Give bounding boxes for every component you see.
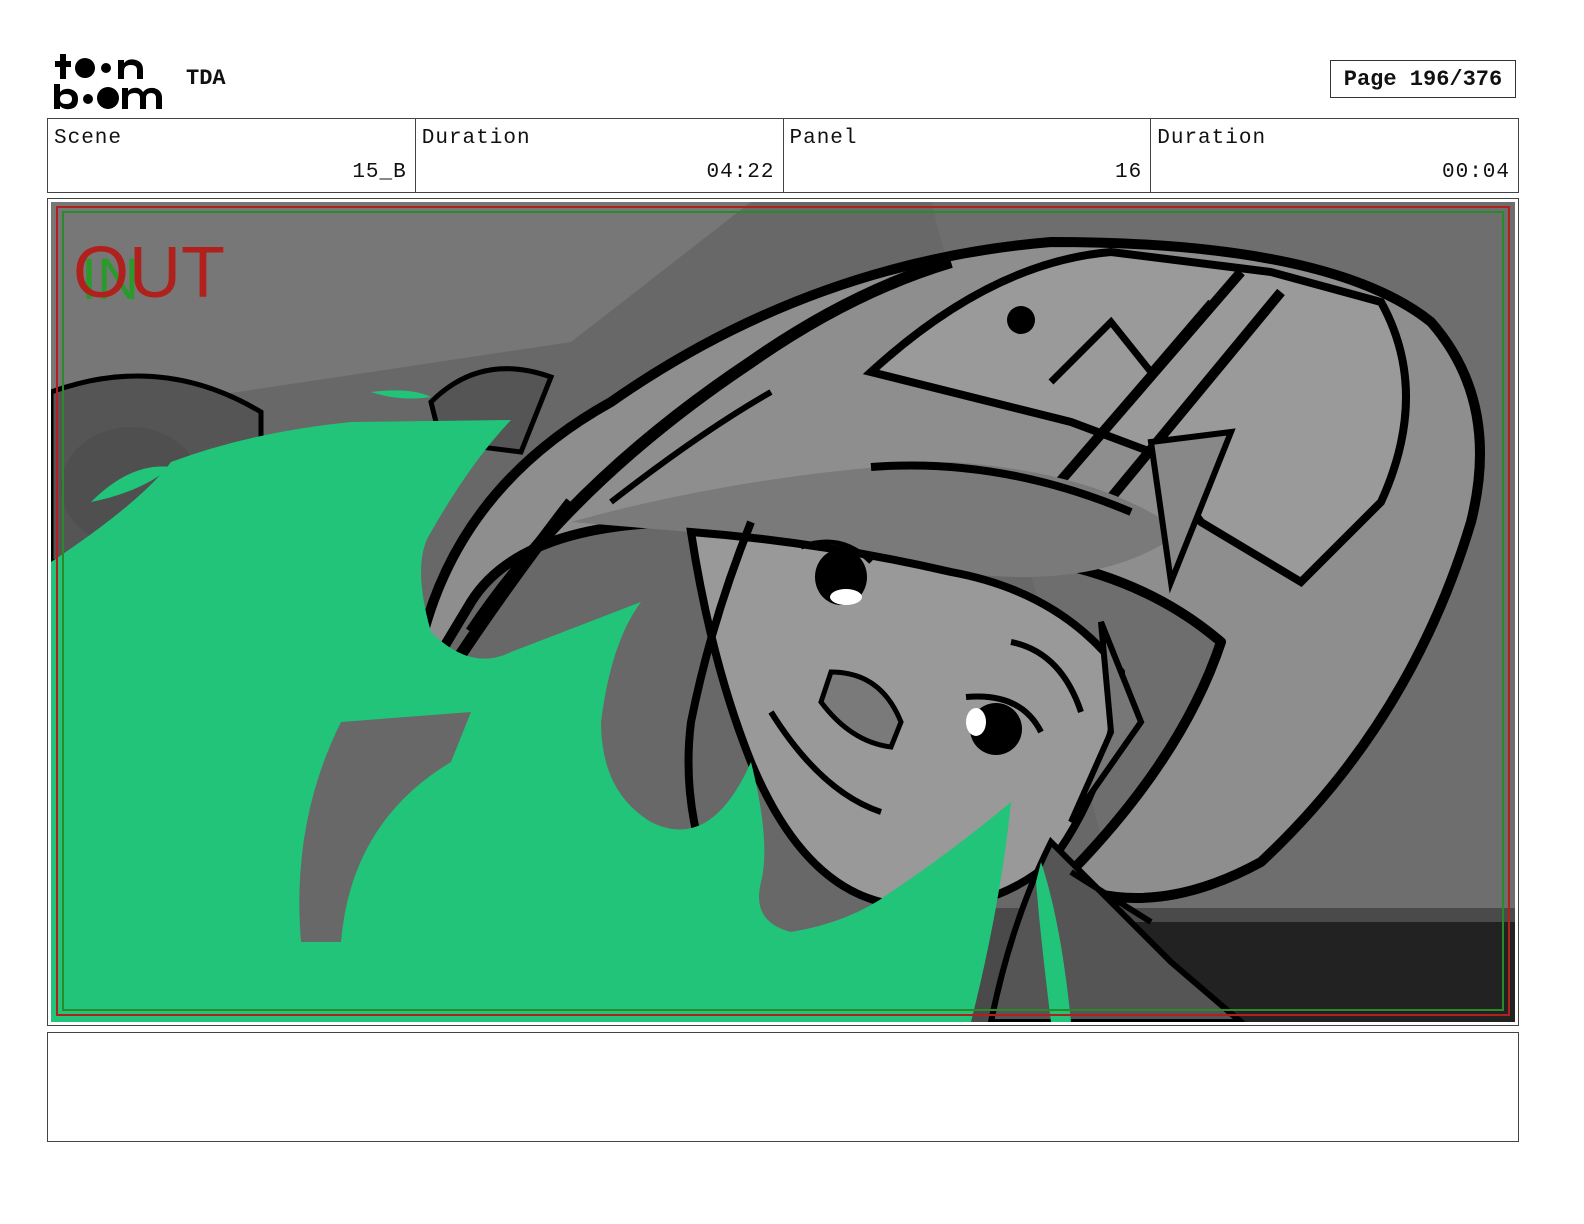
panel-label: Panel	[789, 127, 858, 150]
toon-boom-logo	[54, 54, 162, 110]
project-title: TDA	[186, 66, 226, 91]
panel-drawing: IN OUT	[51, 202, 1515, 1022]
scene-duration-value: 04:22	[706, 161, 775, 184]
panel-value: 16	[1115, 161, 1143, 184]
scene-duration-label: Duration	[421, 127, 531, 150]
panel-duration-label: Duration	[1157, 127, 1267, 150]
out-overlay-label: OUT	[73, 233, 225, 313]
panel-duration-cell: Duration 00:04	[1151, 119, 1518, 192]
panel-notes	[47, 1032, 1519, 1142]
scene-duration-cell: Duration 04:22	[416, 119, 784, 192]
scene-cell: Scene 15_B	[48, 119, 416, 192]
info-row: Scene 15_B Duration 04:22 Panel 16 Durat…	[47, 118, 1519, 193]
panel-duration-value: 00:04	[1441, 161, 1510, 184]
scene-label: Scene	[54, 127, 123, 150]
page-number: Page 196/376	[1330, 60, 1516, 98]
scene-value: 15_B	[352, 161, 407, 184]
panel-cell: Panel 16	[784, 119, 1152, 192]
storyboard-panel: IN OUT	[47, 198, 1519, 1026]
